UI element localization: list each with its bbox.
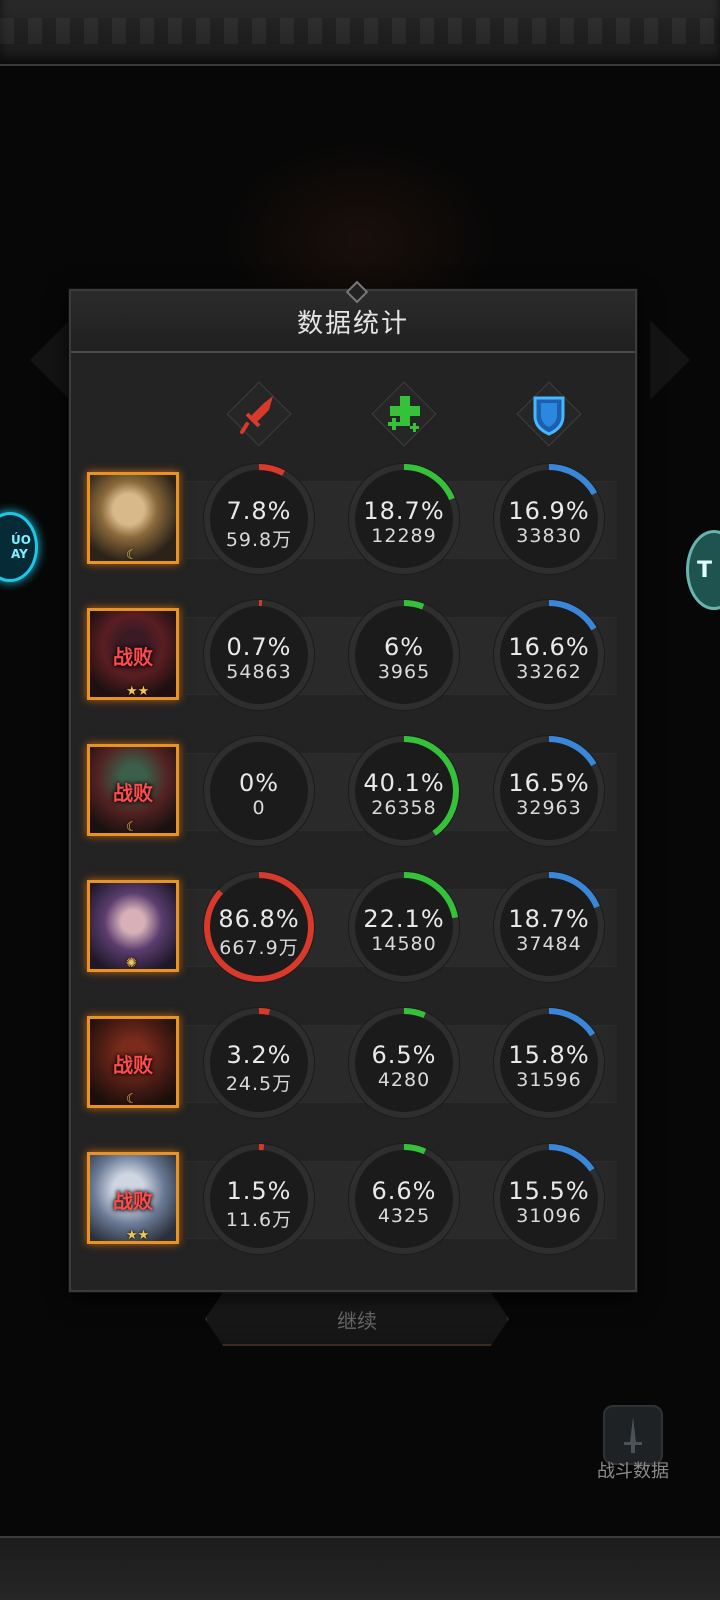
background-wing-right — [650, 320, 690, 400]
panel-title: 数据统计 — [296, 308, 409, 339]
shield-value: 33830 — [516, 525, 582, 547]
damage-percent: 0.7% — [226, 633, 292, 661]
top-frame — [0, 0, 720, 66]
bottom-frame — [0, 1536, 720, 1600]
heal-value: 4280 — [377, 1069, 431, 1091]
battle-data-label: 战斗数据 — [597, 1461, 669, 1482]
shield-percent: 18.7% — [508, 905, 590, 933]
side-right-badge[interactable]: T — [686, 530, 720, 610]
statistics-panel: 数据统计 ☾ 7.8% 59.8万 18.7% 12289 16.9% 33830 战败 ★★ 0… — [69, 280, 637, 1292]
battle-data-sword-icon — [603, 1405, 663, 1465]
heal-value: 3965 — [377, 661, 431, 683]
battle-data-button[interactable]: 战斗数据 — [588, 1405, 678, 1485]
shield-percent: 15.8% — [508, 1041, 590, 1069]
damage-percent: 1.5% — [226, 1177, 292, 1205]
heal-percent: 6% — [383, 633, 425, 661]
defeated-label: 战败 — [113, 1189, 153, 1213]
heal-stat-ring: 6.6% 4325 — [346, 1141, 462, 1257]
side-event-badge-text: ÚO AY — [11, 533, 31, 561]
rank-badge: ☾ — [126, 548, 138, 563]
rank-badge: ✺ — [126, 956, 137, 971]
damage-stat-ring: 7.8% 59.8万 — [201, 461, 317, 577]
shield-percent: 16.5% — [508, 769, 590, 797]
shield-value: 32963 — [516, 797, 582, 819]
shield-stat-ring: 16.9% 33830 — [491, 461, 607, 577]
damage-value: 667.9万 — [219, 937, 299, 959]
hero-stat-row: 战败 ★★ 1.5% 11.6万 6.6% 4325 15.5% 31096 — [71, 1143, 635, 1255]
heal-value: 4325 — [377, 1205, 431, 1227]
heal-value: 12289 — [371, 525, 437, 547]
heal-percent: 40.1% — [363, 769, 445, 797]
defeated-label: 战败 — [113, 645, 153, 669]
damage-percent: 7.8% — [226, 497, 292, 525]
heal-percent: 6.5% — [371, 1041, 437, 1069]
shield-stat-ring: 15.8% 31596 — [491, 1005, 607, 1121]
shield-stat-ring: 16.6% 33262 — [491, 597, 607, 713]
shield-stat-ring: 16.5% 32963 — [491, 733, 607, 849]
shield-percent: 16.9% — [508, 497, 590, 525]
rank-badge: ☾ — [126, 1092, 138, 1107]
heal-stat-ring: 6.5% 4280 — [346, 1005, 462, 1121]
heal-stat-ring: 40.1% 26358 — [346, 733, 462, 849]
hero-avatar[interactable]: 战败 ★★ — [87, 608, 179, 700]
shield-value: 33262 — [516, 661, 582, 683]
rank-badge: ☾ — [126, 820, 138, 835]
side-event-badge[interactable]: ÚO AY — [0, 512, 38, 582]
defeated-label: 战败 — [113, 1053, 153, 1077]
defeated-label: 战败 — [113, 781, 153, 805]
hero-stat-row: 战败 ☾ 3.2% 24.5万 6.5% 4280 15.8% 31596 — [71, 1007, 635, 1119]
hero-avatar[interactable]: 战败 ☾ — [87, 744, 179, 836]
damage-stat-ring: 0% 0 — [201, 733, 317, 849]
heal-stat-ring: 6% 3965 — [346, 597, 462, 713]
damage-value: 24.5万 — [225, 1073, 293, 1095]
damage-value: 54863 — [226, 661, 292, 683]
shield-icon — [518, 384, 580, 444]
damage-stat-ring: 0.7% 54863 — [201, 597, 317, 713]
rank-badge: ★★ — [126, 1228, 150, 1243]
shield-stat-ring: 15.5% 31096 — [491, 1141, 607, 1257]
damage-stat-ring: 3.2% 24.5万 — [201, 1005, 317, 1121]
column-icons — [71, 384, 635, 444]
heal-value: 26358 — [371, 797, 437, 819]
damage-value: 0 — [252, 797, 266, 819]
hero-stat-row: 战败 ★★ 0.7% 54863 6% 3965 16.6% 33262 — [71, 599, 635, 711]
heal-stat-ring: 18.7% 12289 — [346, 461, 462, 577]
heal-percent: 18.7% — [363, 497, 445, 525]
damage-percent: 0% — [238, 769, 280, 797]
side-right-badge-text: T — [697, 557, 713, 583]
damage-sword-icon — [228, 384, 290, 444]
continue-button[interactable]: 继续 — [205, 1292, 509, 1346]
damage-stat-ring: 1.5% 11.6万 — [201, 1141, 317, 1257]
shield-percent: 15.5% — [508, 1177, 590, 1205]
heal-cross-icon — [373, 384, 435, 444]
hero-avatar[interactable]: ✺ — [87, 880, 179, 972]
shield-stat-ring: 18.7% 37484 — [491, 869, 607, 985]
heal-value: 14580 — [371, 933, 437, 955]
damage-percent: 3.2% — [226, 1041, 292, 1069]
hero-stat-row: 战败 ☾ 0% 0 40.1% 26358 16.5% 32963 — [71, 735, 635, 847]
damage-stat-ring: 86.8% 667.9万 — [201, 869, 317, 985]
hero-stat-row: ☾ 7.8% 59.8万 18.7% 12289 16.9% 33830 — [71, 463, 635, 575]
damage-percent: 86.8% — [218, 905, 300, 933]
shield-value: 37484 — [516, 933, 582, 955]
hero-avatar[interactable]: ☾ — [87, 472, 179, 564]
continue-label: 继续 — [337, 1308, 377, 1333]
heal-stat-ring: 22.1% 14580 — [346, 869, 462, 985]
shield-value: 31096 — [516, 1205, 582, 1227]
shield-percent: 16.6% — [508, 633, 590, 661]
heal-percent: 6.6% — [371, 1177, 437, 1205]
shield-value: 31596 — [516, 1069, 582, 1091]
heal-percent: 22.1% — [363, 905, 445, 933]
damage-value: 59.8万 — [225, 529, 293, 551]
background-wing-left — [30, 320, 70, 400]
damage-value: 11.6万 — [225, 1209, 293, 1231]
hero-stat-row: ✺ 86.8% 667.9万 22.1% 14580 18.7% 37484 — [71, 871, 635, 983]
rank-badge: ★★ — [126, 684, 150, 699]
hero-avatar[interactable]: 战败 ★★ — [87, 1152, 179, 1244]
hero-avatar[interactable]: 战败 ☾ — [87, 1016, 179, 1108]
